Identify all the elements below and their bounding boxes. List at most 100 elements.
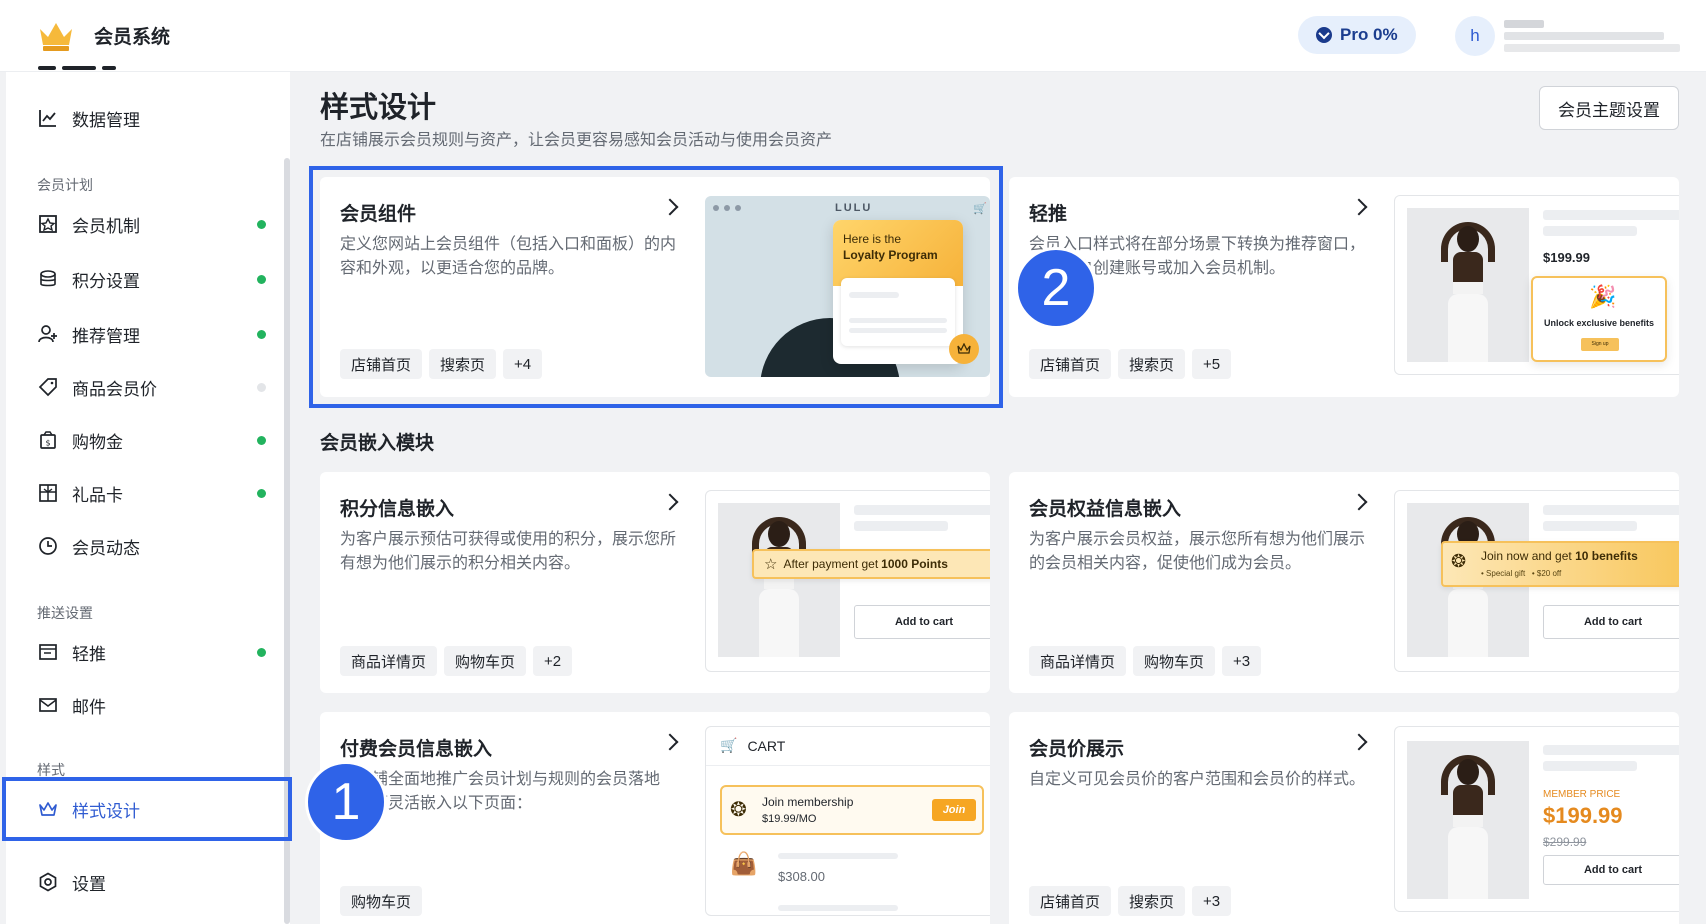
tag: 搜索页 (1118, 349, 1186, 379)
card-title: 会员价展示 (1029, 739, 1125, 760)
avatar[interactable]: h (1455, 16, 1495, 56)
card-paid-membership[interactable]: 付费会员信息嵌入 在店铺全面地推广会员计划与规则的会员落地页，可灵活嵌入以下页面… (320, 712, 990, 924)
product-image (718, 503, 840, 657)
member-price-value: $199.99 (1543, 803, 1623, 828)
member-price-label: MEMBER PRICE (1543, 789, 1621, 800)
tag: +3 (1222, 646, 1262, 676)
sidebar-item-settings[interactable]: 设置 (6, 860, 290, 904)
tag: 店铺首页 (1029, 886, 1112, 916)
tag: 搜索页 (1118, 886, 1186, 916)
sidebar-item-mechanism[interactable]: 会员机制 (6, 202, 290, 246)
benefits-banner: ❂ Join now and get 10 benefits • Special… (1441, 541, 1679, 587)
sidebar-item-label: 会员动态 (72, 538, 140, 558)
card-benefits-embed[interactable]: 会员权益信息嵌入 为客户展示会员权益，展示您所有想为他们展示的会员相关内容，促使… (1009, 472, 1679, 693)
sidebar-item-gift-card[interactable]: 礼品卡 (6, 471, 290, 515)
product-image (1407, 741, 1529, 899)
card-description: 为客户展示会员权益，展示您所有想为他们展示的会员相关内容，促使他们成为会员。 (1029, 531, 1366, 572)
card-title: 轻推 (1029, 204, 1068, 225)
wallet-icon: $ (38, 430, 58, 450)
join-membership-banner: ❂ Join membership $19.99/MO Join (720, 785, 984, 835)
group-label-plan: 会员计划 (37, 177, 93, 193)
add-to-cart-button: Add to cart (854, 605, 990, 639)
gear-icon (38, 872, 58, 892)
benefits-preview: ❂ Join now and get 10 benefits • Special… (1394, 490, 1679, 672)
sidebar-item-points[interactable]: 积分设置 (6, 257, 290, 301)
chevron-right-icon[interactable] (1350, 733, 1368, 751)
tag: 购物车页 (340, 886, 423, 916)
original-price: $299.99 (1543, 835, 1587, 849)
banner-points: 1000 Points (881, 557, 948, 571)
mail-icon (38, 695, 58, 715)
banner-benefits: 10 benefits (1575, 549, 1638, 563)
gift-card-icon (38, 483, 58, 503)
sidebar-item-member-price[interactable]: 商品会员价 (6, 365, 290, 409)
card-nudge[interactable]: 轻推 会员入口样式将在部分场景下转换为推荐窗口，帮助客户创建账号或加入会员机制。… (1009, 177, 1679, 397)
tag: 商品详情页 (340, 646, 438, 676)
chevron-right-icon[interactable] (661, 733, 679, 751)
sidebar-item-label: 数据管理 (72, 110, 140, 130)
coins-icon (38, 269, 58, 289)
tag: 购物车页 (444, 646, 527, 676)
cart-preview: 🛒 CART ❂ Join membership $19.99/MO Join … (705, 726, 990, 916)
nudge-preview: $199.99 🎉 Unlock exclusive benefits Sign… (1394, 195, 1679, 375)
badge-icon (38, 214, 58, 234)
tag: 购物车页 (1133, 646, 1216, 676)
card-description: 在店铺全面地推广会员计划与规则的会员落地页，可灵活嵌入以下页面： (340, 771, 661, 812)
banner-text: Join now and get (1481, 549, 1576, 563)
product-price: $199.99 (1543, 250, 1590, 265)
points-preview: ☆ After payment get 1000 Points Add to c… (705, 490, 990, 672)
line-chart-icon (38, 108, 58, 128)
sidebar-item-nudge[interactable]: 轻推 (6, 630, 290, 674)
item-price: $308.00 (778, 869, 825, 884)
star-icon: ☆ (764, 556, 778, 573)
chevron-right-icon[interactable] (1350, 493, 1368, 511)
sidebar-item-email[interactable]: 邮件 (6, 683, 290, 727)
cart-title: CART (747, 737, 786, 754)
pro-label: Pro 0% (1340, 25, 1398, 44)
join-line2: $19.99/MO (762, 813, 817, 825)
highlight-frame-sidebar (2, 777, 292, 841)
card-member-price[interactable]: 会员价展示 自定义可见会员价的客户范围和会员价的样式。 店铺首页 搜索页 +3 … (1009, 712, 1679, 924)
banner-text: After payment get (783, 557, 879, 571)
card-points-embed[interactable]: 积分信息嵌入 为客户展示预估可获得或使用的积分，展示您所有想为他们展示的积分相关… (320, 472, 990, 693)
chevron-right-icon[interactable] (661, 493, 679, 511)
sidebar-item-label: 礼品卡 (72, 485, 123, 505)
add-to-cart-button: Add to cart (1543, 855, 1679, 885)
sidebar-item-label: 会员机制 (72, 216, 140, 236)
theme-settings-button[interactable]: 会员主题设置 (1539, 86, 1679, 130)
tag-icon (38, 377, 58, 397)
account-name-blurred[interactable] (1500, 20, 1680, 56)
status-dot (257, 647, 266, 657)
sidebar-item-label: 轻推 (72, 644, 106, 664)
join-button: Join (932, 799, 976, 821)
status-dot (257, 274, 266, 284)
tag: 商品详情页 (1029, 646, 1127, 676)
add-to-cart-button: Add to cart (1543, 605, 1679, 639)
card-description: 为客户展示预估可获得或使用的积分，展示您所有想为他们展示的积分相关内容。 (340, 531, 677, 572)
pro-badge[interactable]: Pro 0% (1298, 16, 1416, 54)
sidebar-item-label: 邮件 (72, 697, 106, 717)
sidebar-item-referral[interactable]: 推荐管理 (6, 312, 290, 356)
card-title: 会员权益信息嵌入 (1029, 499, 1182, 520)
sidebar-item-label: 积分设置 (72, 271, 140, 291)
sidebar-item-data[interactable]: 数据管理 (6, 96, 290, 140)
highlight-frame-card (309, 166, 1003, 408)
tag-list: 商品详情页 购物车页 +3 (1029, 646, 1262, 676)
card-title: 积分信息嵌入 (340, 499, 455, 520)
sidebar-item-label: 设置 (72, 874, 106, 894)
sidebar-item-shopping-credit[interactable]: $ 购物金 (6, 418, 290, 462)
tag: +5 (1192, 349, 1232, 379)
chevron-right-icon[interactable] (1350, 198, 1368, 216)
member-price-preview: MEMBER PRICE $199.99 $299.99 Add to cart (1394, 726, 1679, 912)
benefit-discount: $20 off (1536, 569, 1562, 578)
tag: 店铺首页 (1029, 349, 1112, 379)
points-banner: ☆ After payment get 1000 Points (752, 549, 990, 579)
status-dot (257, 488, 266, 498)
tag-list: 店铺首页 搜索页 +5 (1029, 349, 1232, 379)
clock-icon (38, 536, 58, 556)
status-dot (257, 435, 266, 445)
crown-logo-icon (40, 22, 72, 51)
brand[interactable]: 会员系统 (38, 19, 170, 53)
sidebar-item-activity[interactable]: 会员动态 (6, 524, 290, 568)
callout-badge-1: 1 (305, 761, 387, 843)
